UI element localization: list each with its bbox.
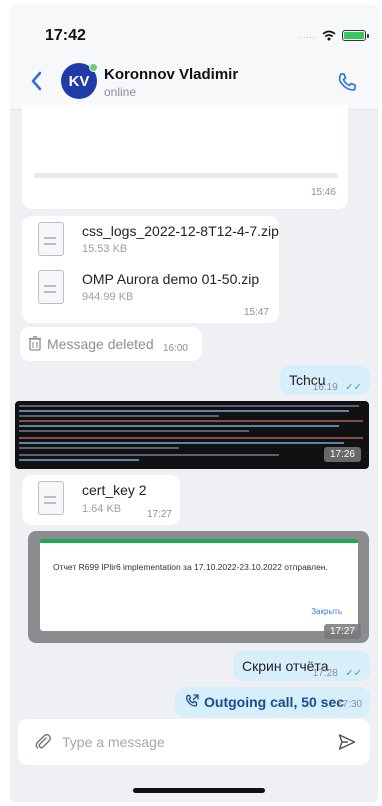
message-bubble-call[interactable]: Outgoing call, 50 sec 17:30 [175, 687, 370, 717]
message-time: 15:47 [243, 307, 269, 318]
chat-header: KV Koronnov Vladimir online [10, 55, 378, 110]
file-icon [38, 222, 64, 256]
message-image-log-screenshot[interactable]: 17:26 [15, 401, 369, 469]
message-time: 17:28 [312, 668, 338, 679]
media-progress-bar [34, 173, 338, 178]
chevron-left-icon[interactable] [28, 69, 46, 93]
message-input[interactable] [62, 731, 312, 753]
message-bubble-files: css_logs_2022-12-8T12-4-7.zip 15.53 KB O… [22, 216, 279, 323]
phone-icon[interactable] [336, 71, 358, 93]
message-image-report[interactable]: Отчет R699 IPlir6 implementation за 17.1… [28, 531, 369, 643]
contact-status: online [104, 85, 137, 99]
file-name: css_logs_2022-12-8T12-4-7.zip [82, 223, 279, 239]
file-name: cert_key 2 [82, 482, 147, 498]
trash-icon [29, 336, 41, 351]
message-bubble-media[interactable]: 15:46 [22, 105, 348, 209]
deleted-text: Message deleted [47, 336, 154, 352]
image-time-badge: 17:27 [323, 624, 361, 639]
message-composer [18, 719, 370, 765]
message-bubble-deleted: Message deleted 16:00 [20, 327, 202, 361]
status-time: 17:42 [45, 27, 86, 44]
file-size: 944.99 KB [82, 291, 134, 303]
message-bubble-file[interactable]: cert_key 2 1.64 KB 17:27 [22, 475, 180, 525]
file-icon [38, 270, 64, 304]
home-indicator [133, 788, 265, 793]
message-time: 16:19 [312, 382, 338, 393]
online-indicator [89, 63, 98, 72]
message-time: 17:27 [146, 509, 172, 520]
file-attachment[interactable]: css_logs_2022-12-8T12-4-7.zip 15.53 KB [22, 216, 279, 264]
send-icon[interactable] [338, 733, 356, 751]
contact-name[interactable]: Koronnov Vladimir [104, 66, 238, 83]
status-icons: ..... [299, 30, 369, 41]
report-text: Отчет R699 IPlir6 implementation за 17.1… [53, 562, 328, 572]
file-name: OMP Aurora demo 01-50.zip [82, 271, 260, 287]
message-time: 16:00 [162, 343, 188, 354]
message-bubble-outgoing[interactable]: Скрин отчёта 17:28 ✓✓ [233, 651, 370, 681]
message-time: 17:30 [336, 699, 362, 710]
battery-icon [342, 30, 369, 41]
file-attachment[interactable]: OMP Aurora demo 01-50.zip 944.99 KB [22, 264, 279, 312]
outgoing-call-icon [186, 694, 199, 707]
image-time-badge: 17:26 [323, 447, 361, 462]
status-bar: 17:42 ..... [10, 5, 378, 55]
paperclip-icon[interactable] [34, 733, 52, 751]
file-icon [38, 481, 64, 515]
phone-screen: 17:42 ..... KV Koronnov Vladimir online [10, 5, 378, 802]
report-notification: Отчет R699 IPlir6 implementation за 17.1… [40, 539, 358, 631]
message-list: 15:46 css_logs_2022-12-8T12-4-7.zip 15.5… [10, 105, 378, 726]
file-size: 15.53 KB [82, 243, 128, 255]
wifi-icon [322, 30, 336, 41]
read-check-icon: ✓✓ [345, 382, 362, 393]
signal-icon: ..... [299, 31, 316, 40]
read-check-icon: ✓✓ [345, 668, 362, 679]
message-meta: 16:19 ✓✓ [313, 377, 362, 395]
message-bubble-outgoing[interactable]: Tchcu 16:19 ✓✓ [280, 365, 370, 395]
file-size: 1.64 KB [82, 503, 122, 515]
message-meta: 17:28 ✓✓ [313, 663, 362, 681]
message-time: 15:46 [310, 187, 336, 198]
call-text: Outgoing call, 50 sec [204, 694, 345, 710]
report-close-link: Закрыть [311, 607, 342, 616]
